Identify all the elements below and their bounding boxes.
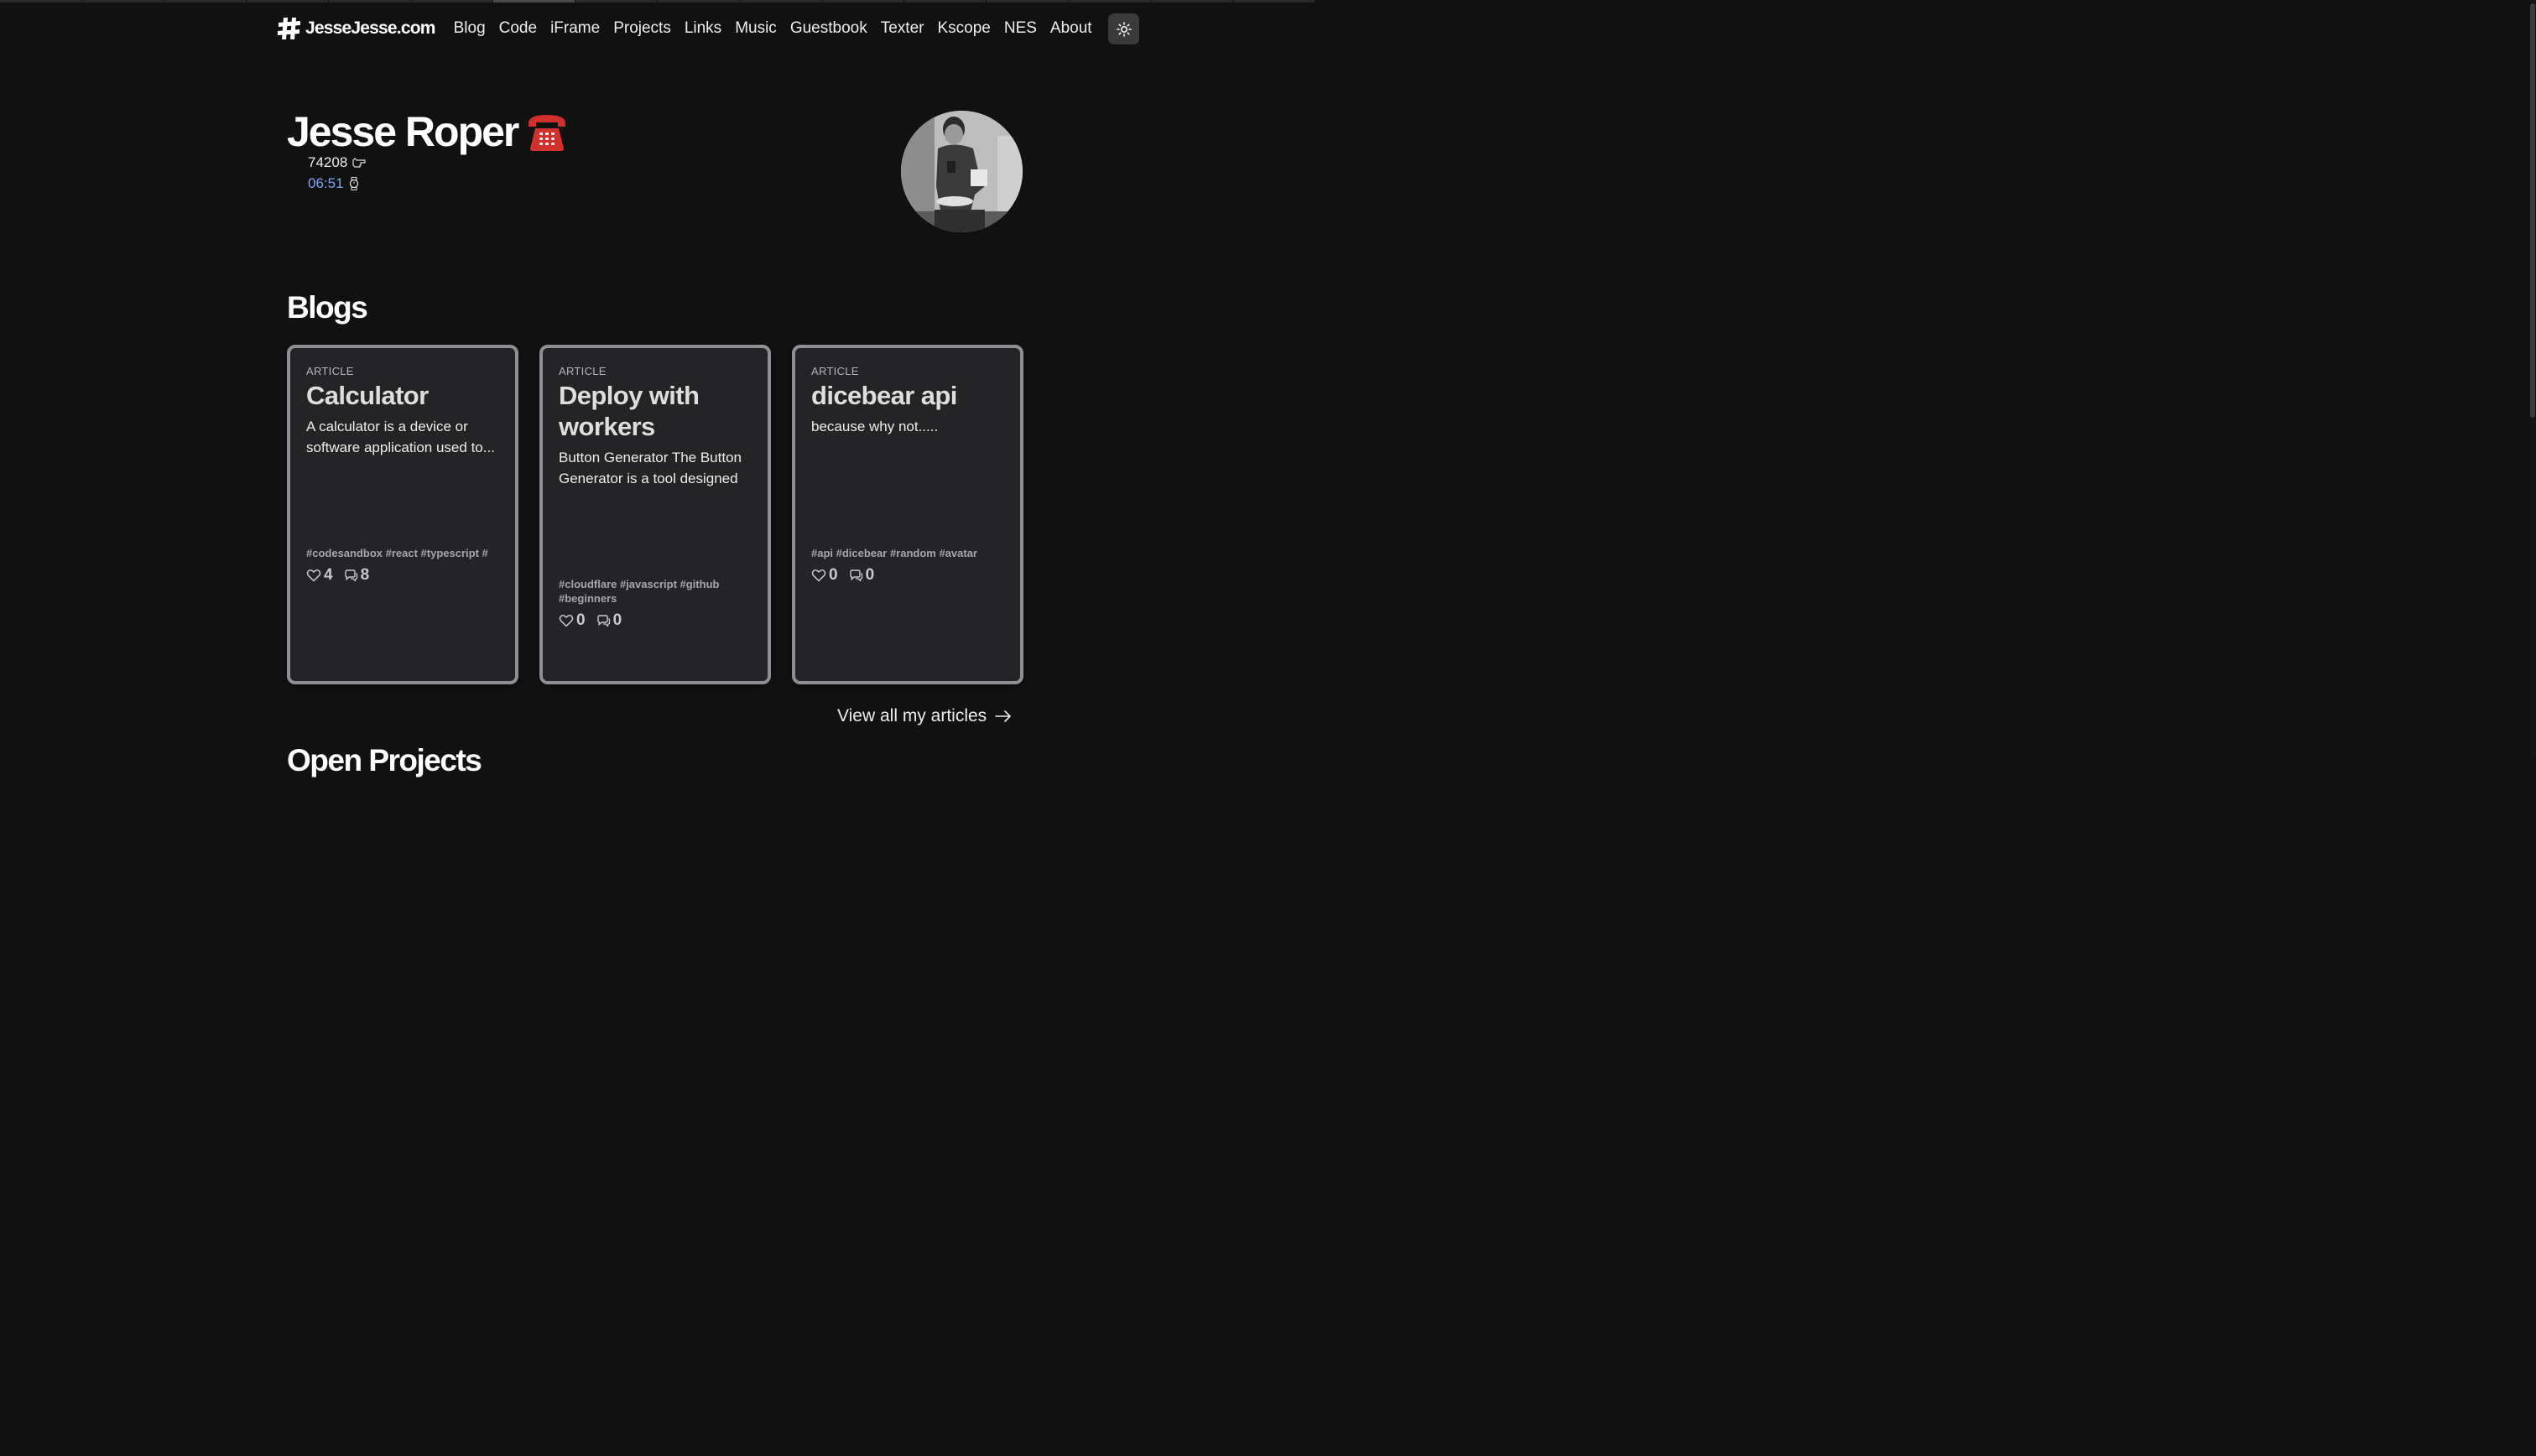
comment-count: 8 — [360, 566, 370, 584]
card-tags: #codesandbox #react #typescript # — [306, 547, 488, 559]
comment-icon[interactable] — [596, 613, 611, 628]
nav-link-texter[interactable]: Texter — [881, 19, 924, 38]
watch-icon — [349, 177, 358, 190]
card-stats: 4 8 — [306, 566, 379, 585]
nav-link-iframe[interactable]: iFrame — [550, 19, 600, 38]
nav-link-blog[interactable]: Blog — [454, 19, 486, 38]
local-time: 06:51 — [308, 175, 359, 192]
hero-name: Jesse Roper — [287, 108, 519, 155]
telephone-icon — [529, 115, 566, 151]
view-all-label: View all my articles — [837, 706, 987, 725]
site-logo[interactable]: JesseJesse.com — [277, 17, 435, 40]
blog-card-calculator[interactable]: ARTICLE Calculator A calculator is a dev… — [287, 345, 518, 684]
card-title[interactable]: Deploy with workers — [559, 380, 752, 442]
nav-link-code[interactable]: Code — [499, 19, 537, 38]
page-scrollbar[interactable] — [2529, 0, 2536, 755]
blogs-section-title: Blogs — [287, 290, 368, 325]
profile-photo — [901, 111, 1023, 232]
comment-icon[interactable] — [343, 568, 358, 583]
open-projects-section-title: Open Projects — [287, 743, 482, 777]
blog-card-deploy-with-workers[interactable]: ARTICLE Deploy with workers Button Gener… — [539, 345, 771, 684]
view-all-articles-link[interactable]: View all my articles — [837, 706, 1012, 726]
like-count: 4 — [324, 566, 333, 584]
avatar — [901, 111, 1023, 232]
card-type-label: ARTICLE — [811, 365, 859, 377]
nav-link-links[interactable]: Links — [685, 19, 721, 38]
heart-icon[interactable] — [306, 568, 321, 583]
card-stats: 0 0 — [811, 566, 884, 585]
nav-link-guestbook[interactable]: Guestbook — [790, 19, 867, 38]
hero-heading: Jesse Roper — [287, 107, 568, 156]
card-description: A calculator is a device or software app… — [306, 419, 495, 455]
sun-icon — [1116, 21, 1132, 37]
card-title[interactable]: dicebear api — [811, 380, 1004, 411]
visit-count: 74208 — [308, 154, 348, 170]
card-description: Button Generator The Button Generator is… — [559, 450, 742, 486]
theme-toggle-button[interactable] — [1108, 13, 1139, 44]
like-count: 0 — [829, 566, 838, 584]
nav-link-nes[interactable]: NES — [1004, 19, 1037, 38]
blog-card-dicebear-api[interactable]: ARTICLE dicebear api because why not....… — [792, 345, 1023, 684]
visit-counter: 74208 — [308, 154, 366, 171]
card-stats: 0 0 — [559, 611, 632, 630]
like-count: 0 — [576, 611, 586, 629]
hashtag-logo-icon — [278, 18, 300, 39]
pointing-hand-icon — [352, 158, 366, 168]
scrollbar-thumb[interactable] — [2530, 3, 2535, 418]
nav-link-projects[interactable]: Projects — [613, 19, 671, 38]
comment-count: 0 — [865, 566, 875, 584]
card-type-label: ARTICLE — [559, 365, 607, 377]
nav-link-kscope[interactable]: Kscope — [937, 19, 990, 38]
arrow-right-icon — [995, 710, 1011, 722]
heart-icon[interactable] — [559, 613, 574, 628]
card-type-label: ARTICLE — [306, 365, 354, 377]
local-time-value: 06:51 — [308, 175, 344, 191]
top-navigation: JesseJesse.com Blog Code iFrame Projects… — [277, 13, 1099, 44]
card-description: because why not..... — [811, 419, 939, 434]
logo-text: JesseJesse.com — [305, 18, 435, 38]
card-tags: #cloudflare #javascript #github #beginne… — [559, 578, 720, 605]
heart-icon[interactable] — [811, 568, 826, 583]
card-tags: #api #dicebear #random #avatar — [811, 547, 977, 559]
comment-icon[interactable] — [848, 568, 863, 583]
top-progress-strip — [0, 0, 1315, 3]
nav-link-about[interactable]: About — [1050, 19, 1092, 38]
comment-count: 0 — [612, 611, 622, 629]
nav-link-music[interactable]: Music — [735, 19, 777, 38]
card-title[interactable]: Calculator — [306, 380, 499, 411]
